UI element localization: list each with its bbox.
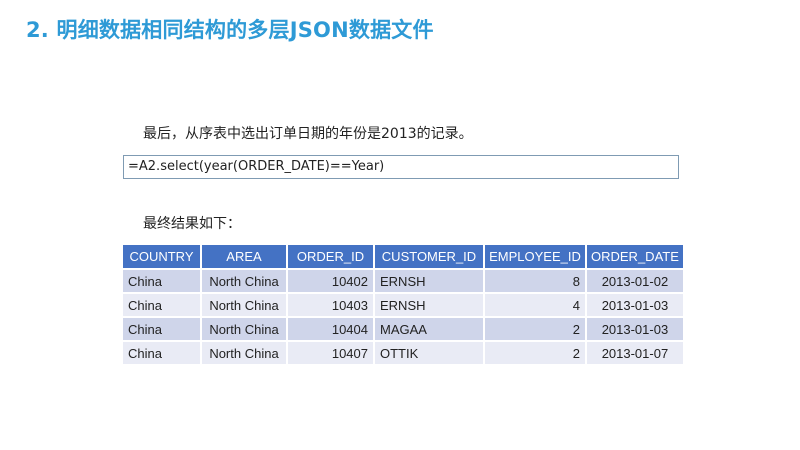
cell-area: North China — [202, 342, 286, 366]
column-header-country: COUNTRY — [123, 245, 200, 270]
cell-area: North China — [202, 294, 286, 318]
cell-customer-id: ERNSH — [375, 294, 483, 318]
result-label: 最终结果如下： — [143, 216, 241, 232]
cell-area: North China — [202, 318, 286, 342]
column-header-order-date: ORDER_DATE — [587, 245, 683, 270]
cell-employee-id: 2 — [485, 342, 585, 366]
column-header-order-id: ORDER_ID — [288, 245, 373, 270]
cell-order-date: 2013-01-07 — [587, 342, 683, 366]
column-header-area: AREA — [202, 245, 286, 270]
cell-area: North China — [202, 270, 286, 294]
table-header-row: COUNTRY AREA ORDER_ID CUSTOMER_ID EMPLOY… — [123, 245, 683, 270]
column-header-employee-id: EMPLOYEE_ID — [485, 245, 585, 270]
cell-order-id: 10404 — [288, 318, 373, 342]
cell-employee-id: 2 — [485, 318, 585, 342]
cell-employee-id: 8 — [485, 270, 585, 294]
table-row: China North China 10404 MAGAA 2 2013-01-… — [123, 318, 683, 342]
cell-order-date: 2013-01-03 — [587, 318, 683, 342]
result-table: COUNTRY AREA ORDER_ID CUSTOMER_ID EMPLOY… — [121, 245, 685, 366]
cell-order-id: 10407 — [288, 342, 373, 366]
table-row: China North China 10403 ERNSH 4 2013-01-… — [123, 294, 683, 318]
cell-country: China — [123, 270, 200, 294]
cell-country: China — [123, 342, 200, 366]
code-expression-box: =A2.select(year(ORDER_DATE)==Year) — [123, 155, 679, 179]
column-header-customer-id: CUSTOMER_ID — [375, 245, 483, 270]
cell-customer-id: MAGAA — [375, 318, 483, 342]
table-row: China North China 10402 ERNSH 8 2013-01-… — [123, 270, 683, 294]
cell-customer-id: OTTIK — [375, 342, 483, 366]
cell-country: China — [123, 294, 200, 318]
cell-customer-id: ERNSH — [375, 270, 483, 294]
code-expression: =A2.select(year(ORDER_DATE)==Year) — [128, 159, 385, 174]
cell-country: China — [123, 318, 200, 342]
table-row: China North China 10407 OTTIK 2 2013-01-… — [123, 342, 683, 366]
intro-text: 最后，从序表中选出订单日期的年份是2013的记录。 — [143, 126, 473, 142]
cell-employee-id: 4 — [485, 294, 585, 318]
cell-order-id: 10402 — [288, 270, 373, 294]
cell-order-id: 10403 — [288, 294, 373, 318]
cell-order-date: 2013-01-02 — [587, 270, 683, 294]
cell-order-date: 2013-01-03 — [587, 294, 683, 318]
slide-title: 2. 明细数据相同结构的多层JSON数据文件 — [26, 18, 434, 42]
